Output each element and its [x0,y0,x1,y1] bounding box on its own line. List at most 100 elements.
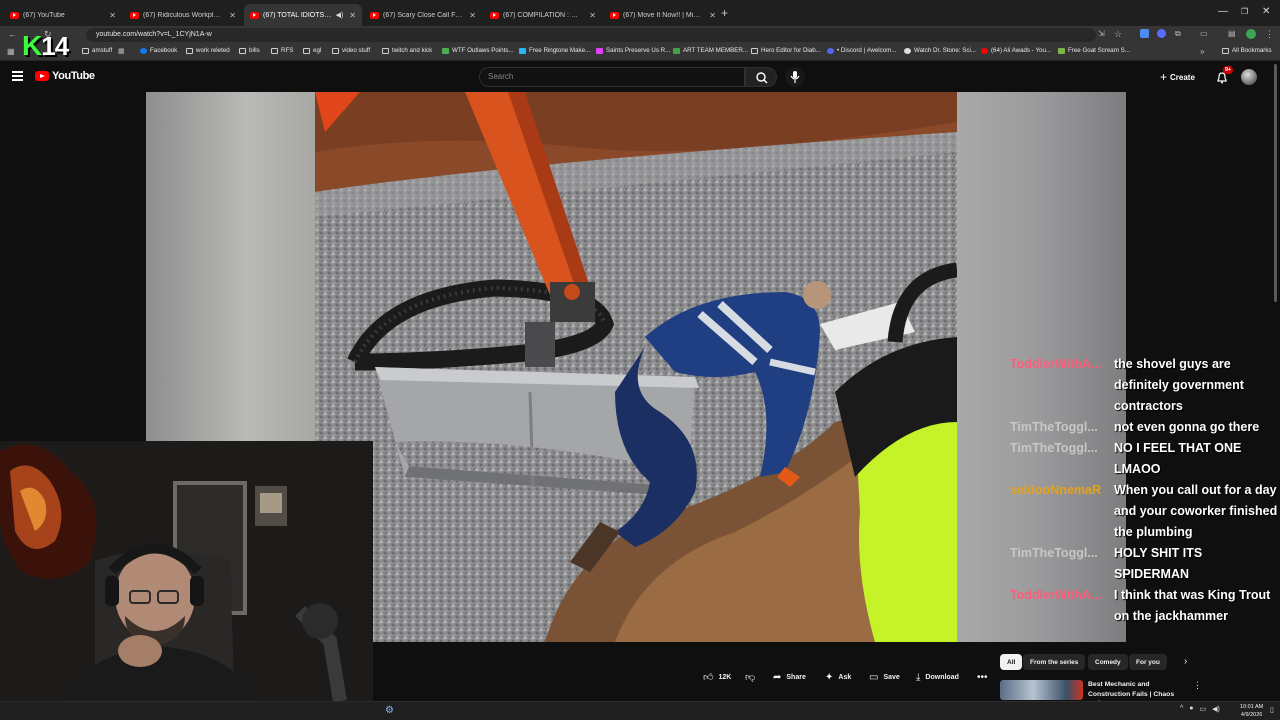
chevron-up-icon[interactable]: ^ [1180,705,1183,713]
voice-search-button[interactable] [785,67,805,87]
cast-icon[interactable]: ▤ [1228,29,1236,38]
close-tab-icon[interactable]: ✕ [589,11,596,20]
microphone-tray-icon[interactable]: ● [1189,705,1193,713]
more-bookmarks-icon[interactable]: » [1200,47,1204,56]
bookmark-item[interactable]: Free Goat Scream S... [1058,47,1130,54]
url-field[interactable]: youtube.com/watch?v=L_1CYjN1A-w [86,28,1096,42]
clock-date: 4/9/2026 [1240,711,1263,718]
chat-message: TimTheToggl... NO I FEEL THAT ONE LMAOO [1008,438,1280,480]
hamburger-menu-icon[interactable] [12,71,23,81]
bookmark-item[interactable]: ART TEAM MEMBER... [673,47,748,54]
dislike-button[interactable]: 👎︎ [745,669,760,685]
bookmark-item[interactable]: Hero Editor for Diab... [751,47,821,54]
chat-username: seldooNnemaR [1010,483,1101,497]
bookmark-item[interactable]: bills [239,47,260,54]
bookmark-label: Saints Preserve Us R... [606,47,671,54]
browser-tab[interactable]: (67) YouTube ✕ [4,4,122,26]
bookmark-item[interactable]: RFS [271,47,293,54]
download-button[interactable]: ⤓ Download [916,669,959,685]
chip-from-the-series[interactable]: From the series [1023,654,1086,670]
video-frame-construction-scene [315,92,957,642]
bookmark-star-icon[interactable]: ☆ [1114,29,1122,40]
close-tab-icon[interactable]: ✕ [229,11,236,20]
search-icon [756,72,768,84]
chip-for-you[interactable]: For you [1129,654,1167,670]
close-window-icon[interactable]: ✕ [1262,6,1270,17]
bookmark-item[interactable]: (64) Ali Awads - You... [981,47,1051,54]
bookmark-item[interactable]: Saints Preserve Us R... [596,47,670,54]
bookmark-item[interactable]: WTF Outlaws Points... [442,47,514,54]
page-scrollbar[interactable] [1273,62,1278,302]
site-icon [442,47,449,54]
youtube-icon [981,47,988,54]
ask-button[interactable]: ✦ Ask [825,669,851,685]
bookmark-item[interactable]: Facebook [140,47,177,54]
like-count: 12K [718,673,732,681]
minimize-icon[interactable]: — [1218,6,1228,17]
install-icon[interactable]: ⇲ [1098,29,1105,38]
close-tab-icon[interactable]: ✕ [109,11,116,20]
network-icon[interactable]: ▭ [1200,705,1207,713]
chat-username: ToddlerWithA... [1010,588,1102,602]
profile-avatar-icon[interactable] [1246,29,1256,39]
extension-icon[interactable] [1140,29,1149,38]
close-tab-icon[interactable]: ✕ [469,11,476,20]
volume-icon[interactable]: ◀) [1212,705,1220,713]
chat-message: seldooNnemaR When you call out for a day… [1008,480,1280,543]
chip-all[interactable]: All [1000,654,1023,670]
bookmark-item[interactable]: amstuff [82,47,112,54]
taskbar-clock[interactable]: 10:01 AM 4/9/2026 [1240,704,1263,719]
chip-comedy[interactable]: Comedy [1088,654,1128,670]
notification-badge: 9+ [1223,66,1234,74]
facebook-icon [140,47,147,54]
share-button[interactable]: ➦ Share [773,669,806,685]
browser-tab-strip: (67) YouTube ✕ (67) Ridiculous Workplace… [0,0,1280,26]
settings-gear-icon[interactable]: ⚙ [385,705,394,716]
bookmark-label: bills [249,47,260,54]
browser-tab-active[interactable]: (67) TOTAL IDIOTS AT WO ◀) ✕ [244,4,362,26]
like-button[interactable]: 👍︎ 12K [703,669,731,685]
extensions-puzzle-icon[interactable]: ⧉ [1175,29,1181,39]
new-tab-button[interactable]: + [721,6,728,20]
folder-icon [271,47,278,54]
all-bookmarks[interactable]: All Bookmarks [1222,47,1272,54]
more-vertical-icon[interactable]: ⋮ [1193,680,1202,691]
create-button[interactable]: + Create [1160,70,1195,84]
side-panel-icon[interactable]: ▭ [1200,29,1208,38]
recommendation-thumbnail[interactable] [1000,680,1083,700]
bookmark-item[interactable]: video stuff [332,47,370,54]
bookmark-item[interactable]: Watch Dr. Stone: Sci... [904,47,976,54]
bookmark-item[interactable]: twitch and kick [382,47,432,54]
save-button[interactable]: ▭ Save [869,669,900,685]
notification-center-icon[interactable]: ▯ [1270,706,1274,714]
browser-tab[interactable]: (67) Scary Close Call Fails | Lu ✕ [364,4,482,26]
back-icon[interactable]: ← [8,29,17,39]
browser-tab[interactable]: (67) Ridiculous Workplace Acc ✕ [124,4,242,26]
extension-icon[interactable] [1157,29,1166,38]
bookmark-label: All Bookmarks [1232,47,1272,54]
chevron-right-icon[interactable]: › [1184,656,1187,667]
bookmark-item[interactable]: • Discord | #welcom... [827,47,896,54]
speaker-icon[interactable]: ◀) [336,11,344,19]
account-avatar[interactable] [1241,69,1257,85]
bookmark-item[interactable]: Free Ringtone Make... [519,47,590,54]
browser-tab[interactable]: (67) COMPILATION : Most Sh ✕ [484,4,602,26]
grid-icon[interactable]: ▦ [118,47,125,55]
browser-tab[interactable]: (67) Move It Now!! | Miami Bo ✕ [604,4,722,26]
tab-title: (67) YouTube [23,11,65,19]
search-button[interactable] [745,67,777,87]
maximize-icon[interactable]: ❐ [1241,7,1248,16]
bookmark-item[interactable]: work releted [186,47,230,54]
bookmark-item[interactable]: egl [303,47,321,54]
tab-title: (67) TOTAL IDIOTS AT WO [263,11,333,19]
stream-chat-overlay: ToddlerWithA... the shovel guys are defi… [1008,354,1280,627]
close-tab-icon[interactable]: ✕ [709,11,716,20]
youtube-logo[interactable]: YouTube [35,70,95,82]
apps-grid-icon[interactable]: ▦ [7,47,15,56]
search-input[interactable]: Search [479,67,745,87]
browser-menu-icon[interactable]: ⋮ [1265,29,1274,40]
close-tab-icon[interactable]: ✕ [349,11,356,20]
more-actions-button[interactable]: ••• [977,669,993,685]
chat-message: TimTheToggl... not even gonna go there [1008,417,1280,438]
bookmark-label: egl [313,47,322,54]
